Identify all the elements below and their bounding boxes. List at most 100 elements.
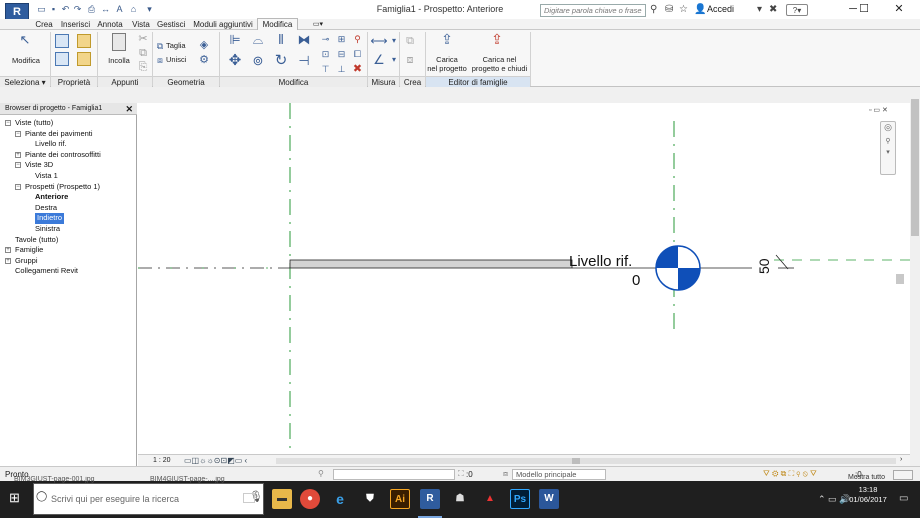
taskbar-preview-1[interactable]: BIM3GIUST-page-001.jpg — [14, 476, 134, 483]
horizontal-scroll-thumb[interactable] — [572, 458, 580, 464]
type-properties-icon[interactable] — [77, 52, 91, 66]
vertical-scrollbar[interactable] — [910, 87, 920, 466]
panel-seleziona[interactable]: Seleziona ▾ — [0, 76, 50, 87]
photoshop-icon[interactable]: Ps — [510, 489, 530, 509]
search-input[interactable]: Digitare parola chiave o frase — [540, 4, 646, 17]
taskbar-clock[interactable]: 13:18 01/06/2017 — [848, 485, 888, 505]
measure-distance-icon[interactable]: ⟷ — [368, 35, 390, 47]
scroll-right-icon[interactable]: › — [900, 456, 902, 463]
task-view-icon[interactable] — [243, 493, 255, 503]
windows-start-icon[interactable]: ⊞ — [9, 491, 20, 505]
notifications-icon[interactable]: ▭ — [899, 493, 908, 504]
selection-options-icons[interactable]: ⛛ ⚙ ⧉ ⛶ ⚲ ⦸ ⛛ — [763, 469, 817, 479]
modifica-button[interactable]: Modifica — [6, 56, 46, 65]
3d-view-icon[interactable]: ⌂ — [128, 4, 139, 15]
workset-icon[interactable]: ⚲ — [318, 469, 324, 478]
taskbar-preview-show-all[interactable]: Mostra tutto — [848, 474, 898, 481]
collapse-icon[interactable]: − — [15, 130, 21, 137]
copy-element-icon[interactable]: ⊚ — [250, 54, 266, 67]
unisci-button[interactable]: Unisci — [166, 55, 192, 64]
join-geometry-icon[interactable]: ⧈ — [155, 54, 165, 66]
incolla-button[interactable]: Incolla — [103, 56, 135, 65]
save-icon[interactable]: ▪ — [48, 4, 59, 15]
tab-gestisci[interactable]: Gestisci — [157, 19, 185, 30]
scale-icon[interactable]: ⊡ — [320, 48, 331, 60]
measure-icon[interactable]: ↔ — [100, 4, 111, 15]
taglia-button[interactable]: Taglia — [166, 41, 192, 50]
extend-icon[interactable]: ⊟ — [336, 48, 347, 60]
sign-in-button[interactable]: Accedi — [707, 4, 734, 14]
unpin-icon[interactable]: ⧠ — [352, 48, 363, 60]
open-icon[interactable]: ▭ — [36, 4, 47, 15]
scale-selector[interactable]: 1 : 20 — [153, 457, 171, 464]
subscription-icon[interactable]: ⛁ — [665, 4, 673, 16]
tab-vista[interactable]: Vista — [131, 19, 151, 30]
chrome-icon[interactable]: ● — [300, 489, 320, 509]
navigation-bar[interactable]: ◎ ⚲ ▾ — [880, 121, 896, 175]
collapse-icon[interactable]: − — [5, 120, 11, 126]
illustrator-icon[interactable]: Ai — [390, 489, 410, 509]
design-option-icon[interactable]: ⧈ — [503, 469, 508, 479]
taskbar-preview-2[interactable]: BIM4GIUST-page-....jpg — [150, 476, 260, 483]
qat-dropdown-icon[interactable]: ▾ — [144, 4, 155, 15]
carica-nel-progetto-e-chiudi-button[interactable]: Carica nel progetto e chiudi — [471, 55, 528, 73]
favorites-icon[interactable]: ☆ — [679, 4, 688, 16]
revit-icon[interactable]: R — [420, 489, 440, 509]
tab-options-icon[interactable]: ▭▾ — [308, 19, 328, 30]
dimension-label[interactable]: 50 — [756, 258, 772, 274]
properties-icon[interactable] — [55, 34, 69, 48]
trim-extend-icon[interactable]: ⊤ — [320, 63, 331, 75]
family-category-icon[interactable] — [55, 52, 69, 66]
help-icon[interactable]: ?▾ — [786, 4, 808, 16]
load-and-close-icon[interactable]: ⇪ — [488, 32, 506, 46]
design-option-selector[interactable]: Modello principale — [512, 469, 606, 480]
family-types-icon[interactable] — [77, 34, 91, 48]
paste-icon[interactable] — [112, 33, 126, 51]
split-face-icon[interactable]: ⚙ — [198, 54, 210, 66]
binoculars-icon[interactable]: ⚲ — [650, 4, 657, 16]
move-icon[interactable]: ✥ — [227, 53, 243, 68]
exchange-icon[interactable]: ✖ — [769, 4, 777, 16]
undo-icon[interactable]: ↶ — [60, 4, 71, 15]
close-browser-button[interactable]: ✕ — [125, 103, 133, 115]
canvas-scroll-thumb[interactable] — [896, 274, 904, 284]
user-icon[interactable]: 👤 — [694, 4, 706, 16]
geometry-icon[interactable]: ◈ — [198, 39, 210, 51]
mirror-axis-icon[interactable]: ⫴ — [273, 33, 289, 46]
workset-selector[interactable] — [333, 469, 455, 480]
delete-icon[interactable]: ✖ — [352, 63, 363, 75]
tray-icons[interactable]: ⌃ ▭ 🔊 — [818, 494, 850, 505]
close-window-button[interactable]: ✕ — [882, 0, 916, 19]
split-gap-icon[interactable]: ⊥ — [336, 63, 347, 75]
load-into-project-icon[interactable]: ⇪ — [438, 32, 456, 46]
vertical-scroll-thumb[interactable] — [911, 99, 919, 236]
text-icon[interactable]: A — [114, 4, 125, 15]
drawing-area[interactable]: Livello rif. 0 50 ▫ ▭ ✕ ◎ ⚲ ▾ — [138, 103, 910, 454]
acrobat-icon[interactable]: ▲ — [480, 489, 500, 509]
tab-crea[interactable]: Crea — [33, 19, 55, 30]
file-explorer-icon[interactable]: ▬ — [272, 489, 292, 509]
zoom-icon[interactable]: ⚲ — [881, 137, 895, 145]
expand-icon[interactable]: + — [15, 151, 21, 158]
tab-modifica[interactable]: Modifica — [257, 18, 298, 30]
tab-moduli-aggiuntivi[interactable]: Moduli aggiuntivi — [193, 19, 253, 30]
level-elevation-label[interactable]: 0 — [632, 272, 640, 289]
print-icon[interactable]: ⎙ — [86, 4, 97, 15]
pin-icon[interactable]: ⚲ — [352, 33, 363, 45]
word-icon[interactable]: W — [539, 489, 559, 509]
application-menu-button[interactable]: R — [5, 3, 29, 20]
zoom-dropdown-icon[interactable]: ▾ — [881, 148, 895, 156]
collapse-icon[interactable]: − — [15, 162, 21, 169]
align-icon[interactable]: ⊫ — [227, 33, 243, 46]
array-icon[interactable]: ⊞ — [336, 33, 347, 45]
view-restore-controls[interactable]: ▫ ▭ ✕ — [869, 106, 888, 114]
measure-dropdown-icon[interactable]: ▾ — [390, 35, 398, 47]
horizontal-scrollbar[interactable] — [276, 458, 896, 464]
edge-icon[interactable]: e — [330, 489, 350, 509]
steering-wheel-icon[interactable]: ◎ — [881, 122, 895, 133]
dropdown-icon[interactable]: ▾ — [757, 4, 762, 16]
collapse-icon[interactable]: − — [15, 183, 21, 190]
floor-slab[interactable] — [289, 259, 573, 269]
view-controls-icon[interactable]: ▭◫☼☼⊙⊡◩▭ ‹ — [184, 456, 247, 465]
tab-annota[interactable]: Annota — [96, 19, 124, 30]
